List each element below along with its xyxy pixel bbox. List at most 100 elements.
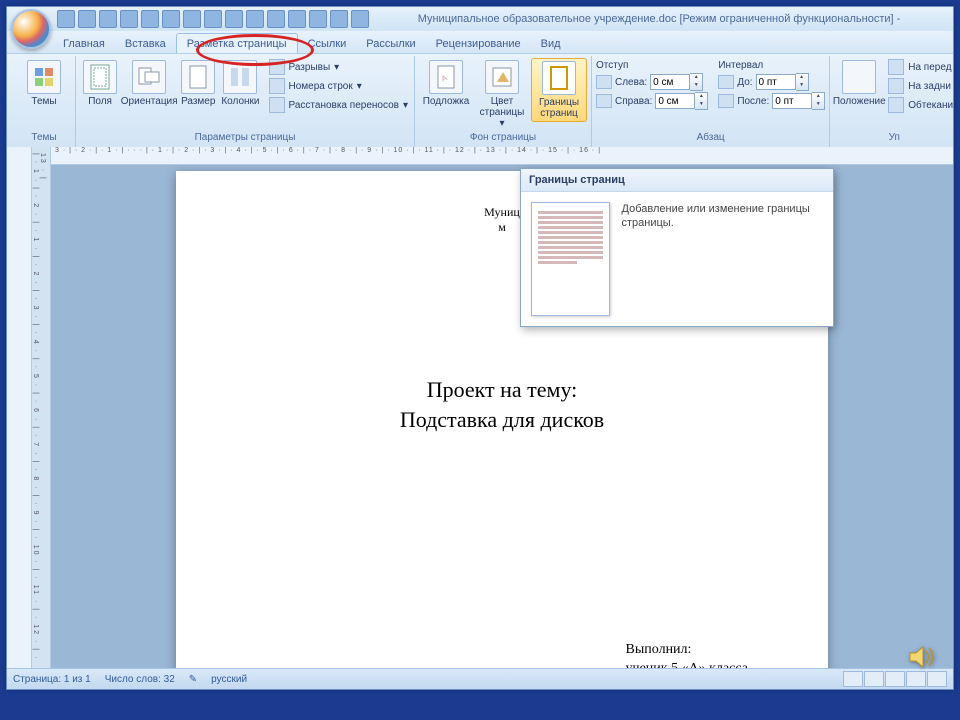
statusbar: Страница: 1 из 1 Число слов: 32 ✎ русски…: [7, 668, 953, 689]
status-words[interactable]: Число слов: 32: [105, 674, 175, 685]
send-back-icon: [888, 78, 904, 94]
horizontal-ruler: 3 · | · 2 · | · 1 · | · · · | · 1 · | · …: [51, 147, 953, 165]
indent-left-input[interactable]: [650, 74, 690, 90]
text-wrap-button[interactable]: Обтекани: [886, 96, 955, 114]
screentip: Границы страниц Добавление или изменение…: [520, 168, 834, 327]
qat-icon[interactable]: [183, 10, 201, 28]
themes-button[interactable]: Темы: [17, 58, 71, 109]
qat-icon[interactable]: [288, 10, 306, 28]
screentip-title: Границы страниц: [521, 169, 833, 192]
indent-left-icon: [596, 75, 612, 89]
qat-new-icon[interactable]: [162, 10, 180, 28]
page-borders-button[interactable]: Границы страниц: [531, 58, 587, 122]
size-button[interactable]: Размер: [178, 58, 218, 109]
spacing-before-icon: [718, 75, 734, 89]
tab-insert[interactable]: Вставка: [115, 34, 176, 53]
group-label: Фон страницы: [419, 132, 587, 148]
bring-front-button[interactable]: На перед: [886, 58, 955, 76]
text-wrap-icon: [888, 97, 904, 113]
tab-home[interactable]: Главная: [53, 34, 115, 53]
sound-icon[interactable]: [906, 642, 936, 672]
view-print-layout[interactable]: [843, 671, 863, 687]
spinner-arrows[interactable]: ▲▼: [796, 73, 809, 91]
screentip-text: Добавление или изменение границы страниц…: [622, 202, 823, 231]
margins-button[interactable]: Поля: [80, 58, 120, 109]
selection-bar: [7, 147, 32, 669]
status-language[interactable]: русский: [211, 674, 247, 685]
qat-redo-icon[interactable]: [99, 10, 117, 28]
view-full-screen[interactable]: [864, 671, 884, 687]
watermark-button[interactable]: AПодложка: [419, 58, 473, 109]
qat-icon[interactable]: [330, 10, 348, 28]
bring-front-icon: [888, 59, 904, 75]
view-web-layout[interactable]: [885, 671, 905, 687]
group-label: Уп: [834, 132, 954, 148]
line-numbers-icon: [269, 78, 285, 94]
qat-icon[interactable]: [351, 10, 369, 28]
page-color-icon: [485, 60, 519, 94]
hyphenation-button[interactable]: Расстановка переносов ▾: [267, 96, 410, 114]
tab-page-layout[interactable]: Разметка страницы: [176, 33, 298, 53]
status-lang-icon: ✎: [189, 674, 197, 685]
themes-icon: [27, 60, 61, 94]
quick-access-toolbar: [57, 10, 369, 28]
tab-references[interactable]: Ссылки: [298, 34, 357, 53]
status-page[interactable]: Страница: 1 из 1: [13, 674, 91, 685]
spacing-after-input[interactable]: [772, 93, 812, 109]
group-arrange: Положение На перед На задни Обтекани Уп: [830, 56, 958, 148]
doc-author: Выполнил: ученик 5 «А» класса МАОУ СОШ №…: [626, 641, 748, 669]
tab-review[interactable]: Рецензирование: [426, 34, 531, 53]
view-outline[interactable]: [906, 671, 926, 687]
tab-mailings[interactable]: Рассылки: [356, 34, 425, 53]
indent-right-input[interactable]: [655, 93, 695, 109]
page-borders-icon: [542, 61, 576, 95]
group-paragraph: Отступ Слева:▲▼ Справа:▲▼ Интервал До:▲▼…: [592, 56, 830, 148]
qat-icon[interactable]: [225, 10, 243, 28]
send-back-button[interactable]: На задни: [886, 77, 955, 95]
indent-right-icon: [596, 94, 612, 108]
ribbon: Темы Темы Поля Ориентация Размер Колонки…: [7, 53, 953, 149]
qat-icon[interactable]: [309, 10, 327, 28]
position-icon: [842, 60, 876, 94]
watermark-icon: A: [429, 60, 463, 94]
window-title: Муниципальное образовательное учреждение…: [369, 13, 949, 25]
columns-button[interactable]: Колонки: [220, 58, 260, 109]
group-page-setup: Поля Ориентация Размер Колонки Разрывы ▾…: [76, 56, 415, 148]
group-label: Абзац: [596, 132, 825, 148]
columns-icon: [223, 60, 257, 94]
page-color-button[interactable]: Цвет страницы ▾: [475, 58, 529, 131]
group-label: Темы: [17, 132, 71, 148]
titlebar: Муниципальное образовательное учреждение…: [7, 7, 953, 31]
indent-header: Отступ: [596, 60, 708, 71]
spacing-before-input[interactable]: [756, 74, 796, 90]
word-window: Муниципальное образовательное учреждение…: [6, 6, 954, 690]
qat-open-icon[interactable]: [120, 10, 138, 28]
spinner-arrows[interactable]: ▲▼: [695, 92, 708, 110]
qat-save-icon[interactable]: [57, 10, 75, 28]
qat-print-icon[interactable]: [141, 10, 159, 28]
orientation-icon: [132, 60, 166, 94]
size-icon: [181, 60, 215, 94]
breaks-icon: [269, 59, 285, 75]
office-button[interactable]: [11, 9, 51, 49]
spinner-arrows[interactable]: ▲▼: [812, 92, 825, 110]
breaks-button[interactable]: Разрывы ▾: [267, 58, 410, 76]
vertical-ruler: | · 1 · | · 2 · | · 1 · | · 2 · | · 3 · …: [32, 147, 51, 669]
group-page-background: AПодложка Цвет страницы ▾ Границы страни…: [415, 56, 592, 148]
doc-title: Проект на тему: Подставка для дисков: [222, 375, 782, 434]
view-buttons: [843, 671, 947, 687]
qat-icon[interactable]: [267, 10, 285, 28]
orientation-button[interactable]: Ориентация: [122, 58, 176, 109]
view-draft[interactable]: [927, 671, 947, 687]
qat-icon[interactable]: [246, 10, 264, 28]
qat-undo-icon[interactable]: [78, 10, 96, 28]
position-button[interactable]: Положение: [834, 58, 884, 109]
qat-icon[interactable]: [204, 10, 222, 28]
tab-view[interactable]: Вид: [531, 34, 571, 53]
hyphenation-icon: [269, 97, 285, 113]
ribbon-tabs: Главная Вставка Разметка страницы Ссылки…: [7, 31, 953, 53]
margins-icon: [83, 60, 117, 94]
spacing-header: Интервал: [718, 60, 825, 71]
line-numbers-button[interactable]: Номера строк ▾: [267, 77, 410, 95]
spinner-arrows[interactable]: ▲▼: [690, 73, 703, 91]
